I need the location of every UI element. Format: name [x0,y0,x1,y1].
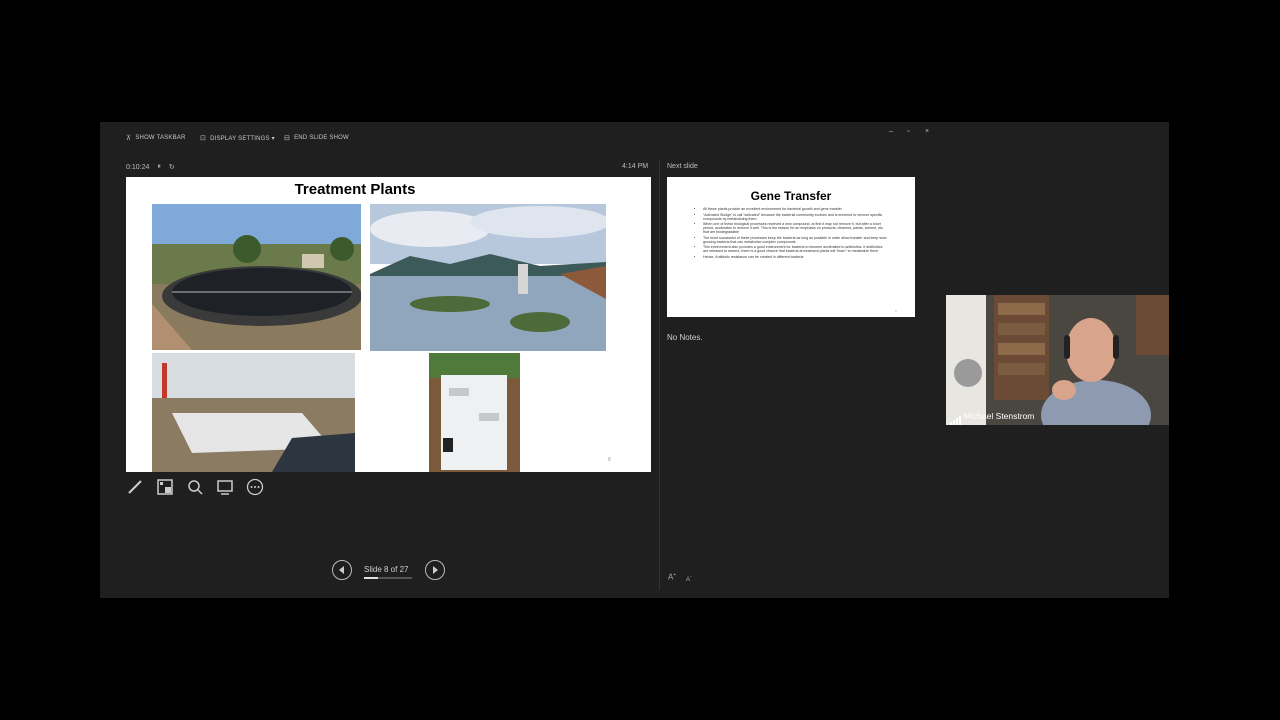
list-item: Hence, Antibiotic resistance can be crea… [703,255,888,259]
next-slide-label: Next slide [667,163,698,170]
list-item: The most successful of these processes k… [703,236,888,244]
slide-number: 8 [608,457,611,463]
next-slide-button[interactable] [425,560,445,580]
next-slide-title: Gene Transfer [750,189,832,203]
previous-slide-button[interactable] [332,560,352,580]
display-settings-button[interactable]: ⊡ DISPLAY SETTINGS ▾ [200,134,275,142]
clock: 4:14 PM [622,163,649,170]
slide-progress-fill [364,577,379,579]
chevron-right-icon [433,566,438,574]
list-item: All these plants provide an excellent en… [703,207,888,211]
participant-video[interactable]: Michael Stenstrom [946,295,1169,425]
presenter-tools [126,478,264,496]
list-item: This environment also provides a good en… [703,245,888,253]
next-slide-bullets: All these plants provide an excellent en… [697,207,888,260]
next-slide-preview[interactable]: Gene Transfer All these plants provide a… [667,177,915,317]
list-item: When one of these biological processes r… [703,222,888,234]
chevron-left-icon [339,566,344,574]
zoom-icon[interactable] [186,478,204,496]
list-item: “Activated Sludge” is call “activated” b… [703,213,888,221]
treatment-plant-photo [152,353,355,472]
show-taskbar-button[interactable]: ⊼ SHOW TASKBAR [126,134,186,142]
end-slide-show-button[interactable]: ⊟ END SLIDE SHOW [284,134,349,142]
current-slide[interactable]: Treatment Plants 8 [126,177,651,472]
pane-divider[interactable] [659,160,660,590]
next-slide-number: 9 [895,309,897,313]
end-show-icon: ⊟ [284,135,291,142]
pause-icon[interactable]: ⏸ [157,163,161,171]
slide-counter[interactable]: Slide 8 of 27 [364,565,408,574]
pen-icon[interactable] [126,478,144,496]
increase-font-button[interactable]: A+ [668,572,676,582]
decrease-font-button[interactable]: A- [686,574,692,583]
timer: 0:10:24 ⏸ ↻ [126,163,175,171]
speaker-notes[interactable]: No Notes. [667,333,703,342]
clarifier-photo [152,204,361,350]
close-button[interactable]: × [925,128,929,135]
video-frame [946,295,1169,425]
signal-icon [950,412,962,425]
lab-reactor-photo [429,353,520,472]
display-icon: ⊡ [200,135,207,142]
participant-name: Michael Stenstrom [964,411,1035,421]
screen-icon[interactable] [216,478,234,496]
more-icon[interactable] [246,478,264,496]
slide-progress [364,577,412,579]
taskbar-icon: ⊼ [126,135,132,142]
elapsed-time: 0:10:24 [126,163,150,171]
minimize-button[interactable]: – [889,128,893,135]
wetland-photo [370,204,606,351]
grid-icon[interactable] [156,478,174,496]
restore-button[interactable]: ▫ [907,128,909,135]
restart-icon[interactable]: ↻ [169,163,175,171]
slide-title: Treatment Plants [294,181,416,198]
